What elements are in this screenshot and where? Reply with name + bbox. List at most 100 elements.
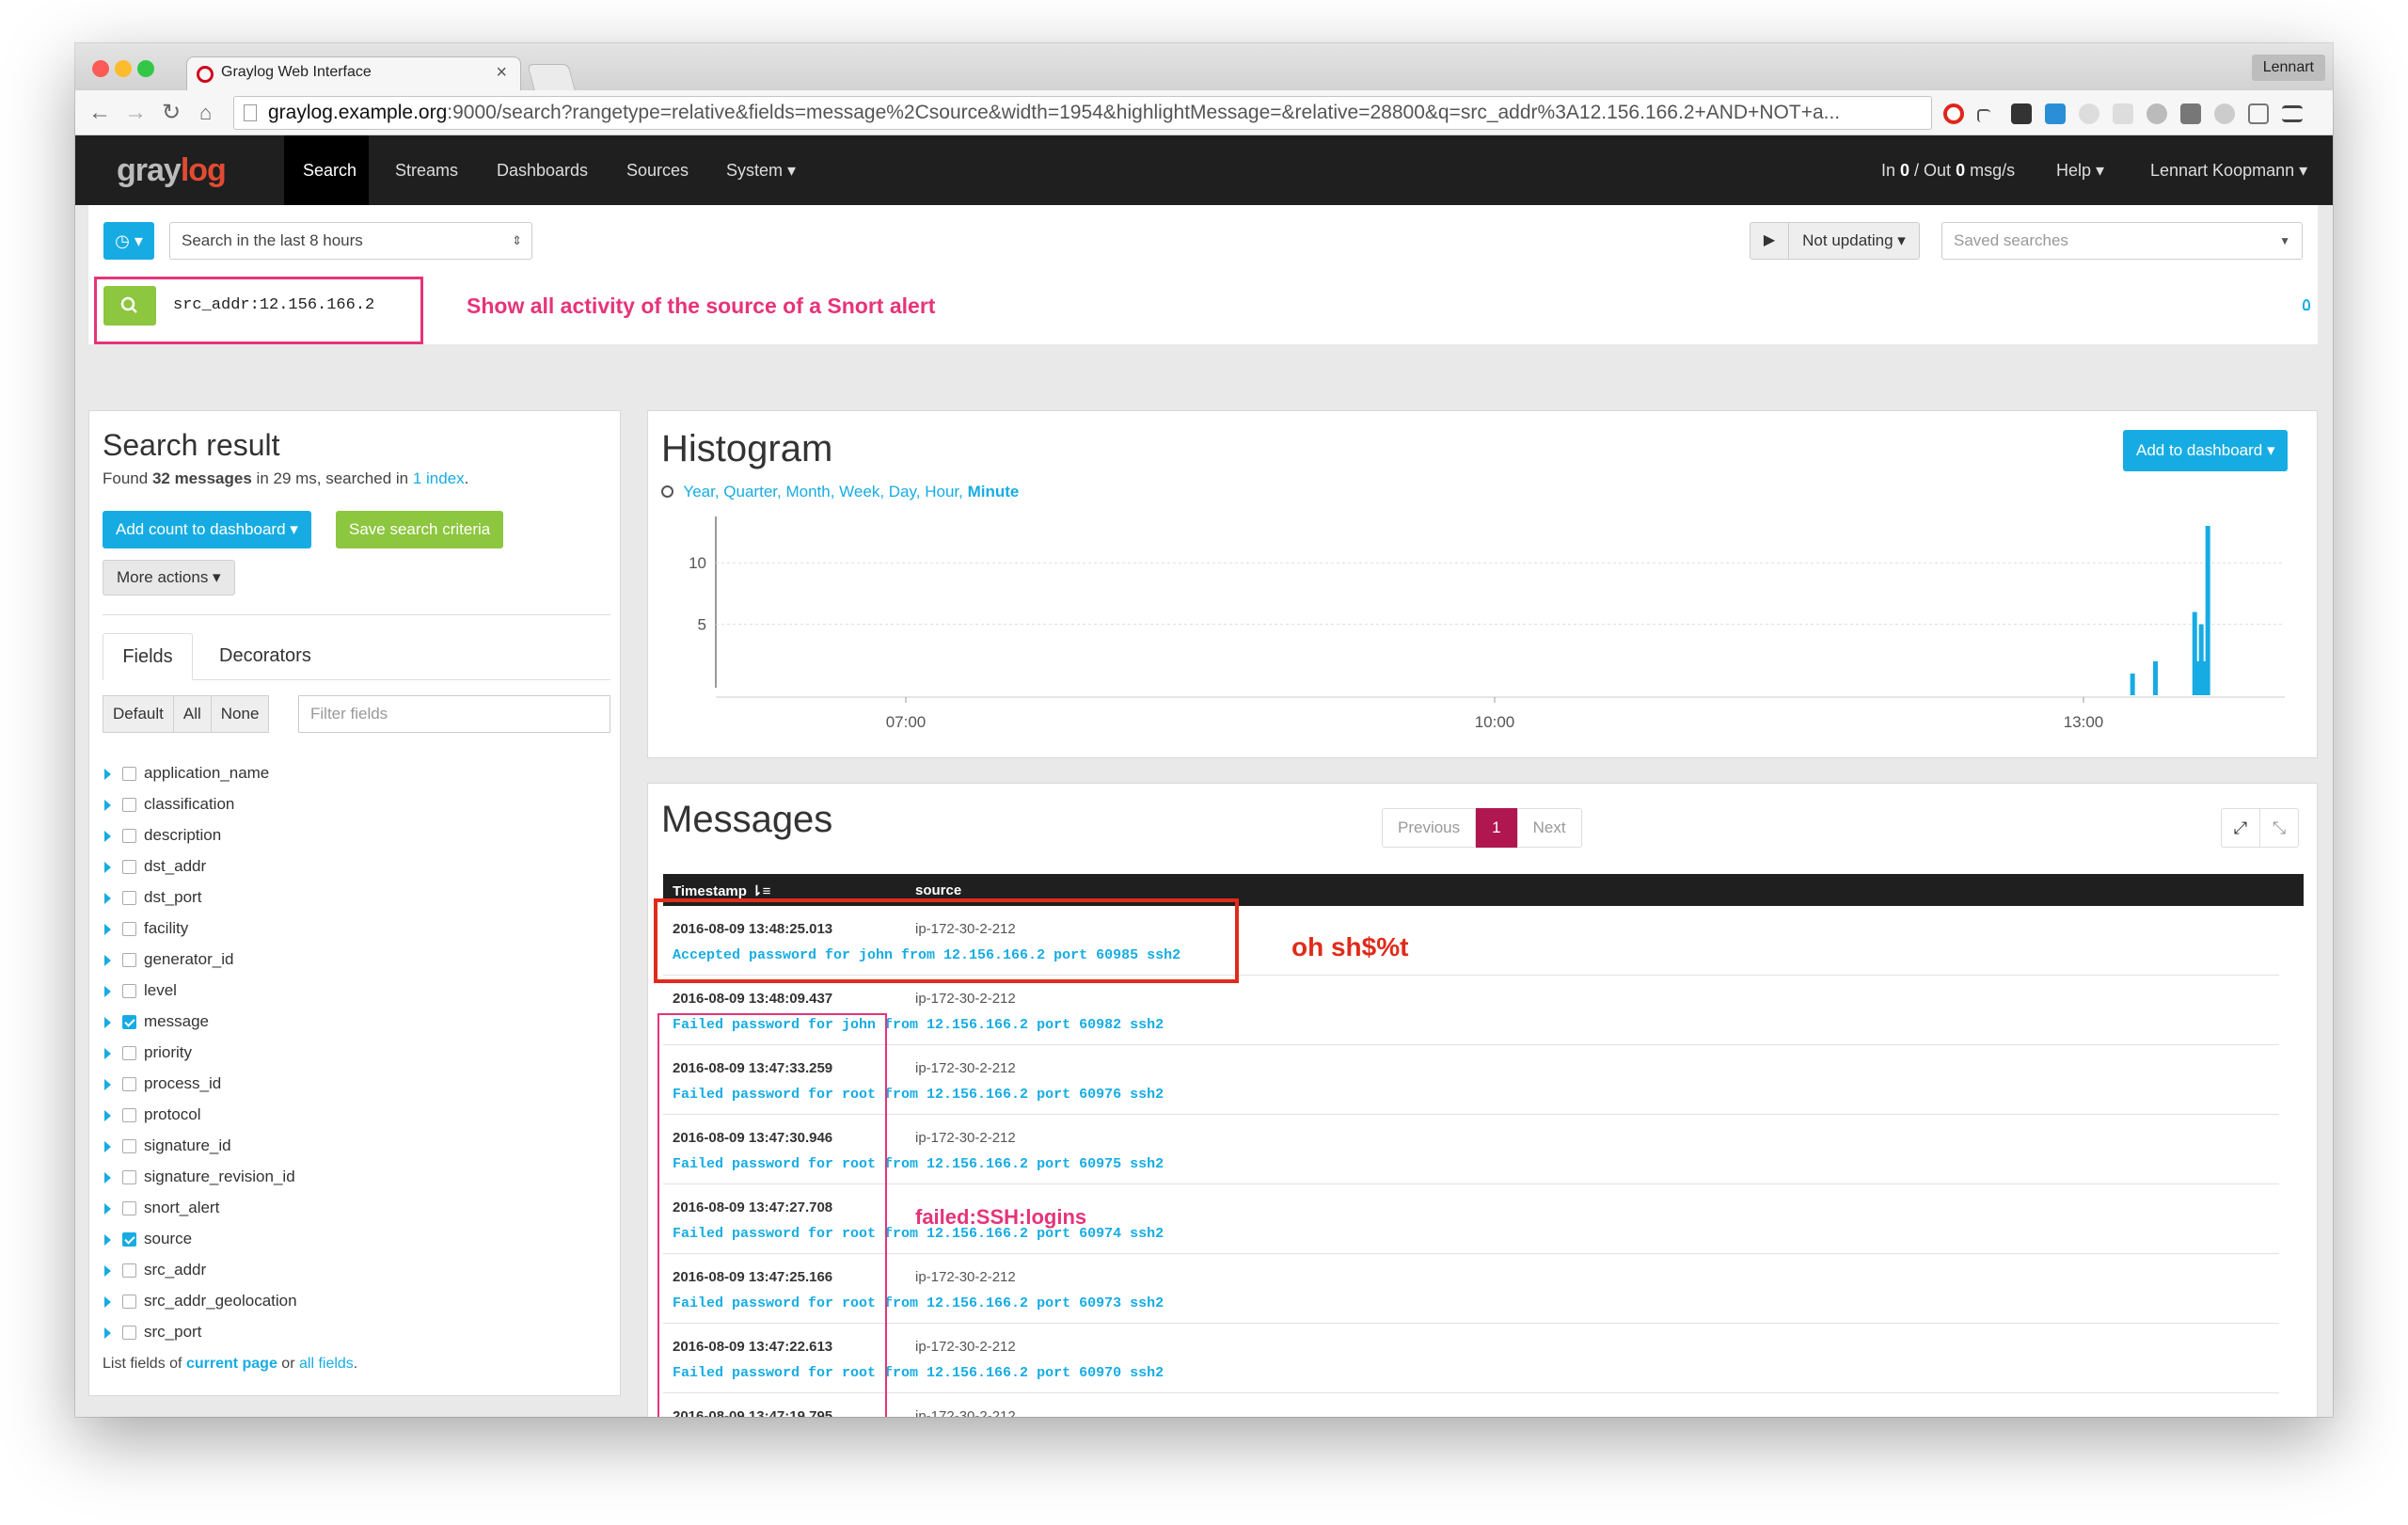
field-checkbox[interactable] bbox=[122, 1232, 136, 1247]
menu-icon[interactable] bbox=[2282, 105, 2303, 122]
field-item[interactable]: signature_revision_id bbox=[104, 1165, 295, 1189]
field-item[interactable]: description bbox=[104, 823, 221, 848]
d-extension-icon[interactable] bbox=[2011, 103, 2032, 124]
source-column-header[interactable]: source bbox=[915, 882, 961, 898]
field-checkbox[interactable] bbox=[122, 1201, 136, 1216]
tab-fields[interactable]: Fields bbox=[103, 633, 193, 680]
tab-decorators[interactable]: Decorators bbox=[206, 633, 325, 680]
nav-user[interactable]: Lennart Koopmann ▾ bbox=[2131, 135, 2326, 205]
caret-right-icon[interactable] bbox=[104, 861, 111, 873]
home-icon[interactable]: ⌂ bbox=[199, 100, 212, 126]
cloud-extension-icon[interactable] bbox=[2147, 103, 2167, 124]
back-icon[interactable]: ← bbox=[88, 100, 111, 126]
field-item[interactable]: dst_port bbox=[104, 885, 201, 910]
caret-right-icon[interactable] bbox=[104, 1233, 111, 1246]
range-select[interactable]: Search in the last 8 hours ⇕ bbox=[169, 222, 532, 260]
nav-search[interactable]: Search bbox=[284, 135, 369, 205]
caret-right-icon[interactable] bbox=[104, 1047, 111, 1059]
expand-icon[interactable]: ⤢ bbox=[2221, 808, 2260, 848]
field-item[interactable]: message bbox=[104, 1009, 209, 1034]
field-item[interactable]: src_addr_geolocation bbox=[104, 1289, 297, 1313]
field-checkbox[interactable] bbox=[122, 891, 136, 906]
field-checkbox[interactable] bbox=[122, 1139, 136, 1154]
not-updating-dropdown[interactable]: Not updating ▾ bbox=[1788, 222, 1920, 260]
field-item[interactable]: facility bbox=[104, 916, 188, 941]
previous-page-button[interactable]: Previous bbox=[1382, 808, 1477, 848]
message-row[interactable]: 2016-08-09 13:48:09.437 ip-172-30-2-212 Fa… bbox=[663, 976, 2279, 1045]
caret-right-icon[interactable] bbox=[104, 1109, 111, 1121]
caret-right-icon[interactable] bbox=[104, 1171, 111, 1183]
save-search-criteria-button[interactable]: Save search criteria bbox=[336, 511, 504, 548]
field-item[interactable]: src_addr bbox=[104, 1258, 206, 1282]
crosshair-extension-icon[interactable] bbox=[1977, 109, 1990, 122]
nav-dashboards[interactable]: Dashboards bbox=[478, 135, 607, 205]
field-item[interactable]: src_port bbox=[104, 1320, 201, 1344]
caret-right-icon[interactable] bbox=[104, 799, 111, 811]
caret-right-icon[interactable] bbox=[104, 1202, 111, 1215]
field-item[interactable]: signature_id bbox=[104, 1134, 231, 1158]
field-checkbox[interactable] bbox=[122, 1295, 136, 1310]
field-checkbox[interactable] bbox=[122, 953, 136, 968]
circle-extension-icon[interactable] bbox=[2214, 103, 2235, 124]
caret-right-icon[interactable] bbox=[104, 923, 111, 935]
caret-right-icon[interactable] bbox=[104, 954, 111, 966]
nav-streams[interactable]: Streams bbox=[376, 135, 477, 205]
found-index-link[interactable]: 1 index bbox=[413, 469, 465, 487]
all-fields-button[interactable]: All bbox=[173, 695, 212, 733]
collapse-icon[interactable]: ⤡ bbox=[2259, 808, 2299, 848]
more-actions-button[interactable]: More actions ▾ bbox=[103, 560, 235, 596]
maximize-window-icon[interactable] bbox=[137, 60, 154, 77]
field-checkbox[interactable] bbox=[122, 1108, 136, 1123]
nav-system[interactable]: System ▾ bbox=[707, 135, 815, 205]
grid-extension-icon[interactable] bbox=[2113, 103, 2133, 124]
nav-sources[interactable]: Sources bbox=[608, 135, 707, 205]
reload-icon[interactable]: ↻ bbox=[162, 100, 181, 126]
add-count-to-dashboard-button[interactable]: Add count to dashboard ▾ bbox=[103, 511, 311, 548]
nav-help[interactable]: Help ▾ bbox=[2037, 135, 2123, 205]
field-checkbox[interactable] bbox=[122, 860, 136, 875]
histogram-bar[interactable] bbox=[2130, 673, 2135, 695]
field-checkbox[interactable] bbox=[122, 922, 136, 937]
message-row[interactable]: 2016-08-09 13:47:33.259 ip-172-30-2-212 Fa… bbox=[663, 1045, 2279, 1115]
field-item[interactable]: application_name bbox=[104, 761, 269, 786]
caret-right-icon[interactable] bbox=[104, 1140, 111, 1152]
caret-right-icon[interactable] bbox=[104, 830, 111, 842]
caret-right-icon[interactable] bbox=[104, 892, 111, 904]
caret-right-icon[interactable] bbox=[104, 1016, 111, 1028]
message-row[interactable]: 2016-08-09 13:47:19.795ip-172-30-2-212Fa… bbox=[663, 1393, 2279, 1417]
filter-fields-input[interactable]: Filter fields bbox=[298, 695, 610, 733]
message-row[interactable]: 2016-08-09 13:47:30.946 ip-172-30-2-212 Fa… bbox=[663, 1115, 2279, 1184]
saved-searches-select[interactable]: Saved searches ▼ bbox=[1941, 222, 2303, 260]
search-type-button[interactable]: ◷ ▾ bbox=[103, 222, 154, 260]
profile-button[interactable]: Lennart bbox=[2251, 55, 2325, 81]
default-fields-button[interactable]: Default bbox=[103, 695, 174, 733]
histogram-bar[interactable] bbox=[2153, 660, 2159, 695]
new-tab-button[interactable] bbox=[527, 64, 576, 90]
message-row[interactable]: 2016-08-09 13:47:22.613 ip-172-30-2-212 Fa… bbox=[663, 1324, 2279, 1393]
field-checkbox[interactable] bbox=[122, 1170, 136, 1185]
all-fields-link[interactable]: all fields bbox=[299, 1356, 354, 1372]
play-button[interactable]: ▶ bbox=[1750, 222, 1789, 260]
field-checkbox[interactable] bbox=[122, 1046, 136, 1061]
none-fields-button[interactable]: None bbox=[211, 695, 270, 733]
histogram-bar[interactable] bbox=[2205, 526, 2210, 695]
field-item[interactable]: classification bbox=[104, 792, 234, 817]
field-item[interactable]: protocol bbox=[104, 1103, 200, 1127]
field-checkbox[interactable] bbox=[122, 767, 136, 782]
opera-extension-icon[interactable] bbox=[1943, 103, 1964, 124]
next-page-button[interactable]: Next bbox=[1516, 808, 1582, 848]
caret-right-icon[interactable] bbox=[104, 1264, 111, 1277]
caret-right-icon[interactable] bbox=[104, 985, 111, 997]
lightbulb-icon[interactable] bbox=[2303, 299, 2310, 310]
minimize-window-icon[interactable] bbox=[115, 60, 132, 77]
field-item[interactable]: priority bbox=[104, 1040, 192, 1065]
field-item[interactable]: source bbox=[104, 1227, 192, 1251]
field-checkbox[interactable] bbox=[122, 984, 136, 999]
field-checkbox[interactable] bbox=[122, 1015, 136, 1030]
field-item[interactable]: process_id bbox=[104, 1072, 221, 1096]
field-item[interactable]: level bbox=[104, 978, 177, 1003]
caret-right-icon[interactable] bbox=[104, 1078, 111, 1090]
page-1-button[interactable]: 1 bbox=[1476, 808, 1517, 848]
browser-tab[interactable]: Graylog Web Interface × bbox=[186, 56, 521, 90]
caret-right-icon[interactable] bbox=[104, 1295, 111, 1308]
